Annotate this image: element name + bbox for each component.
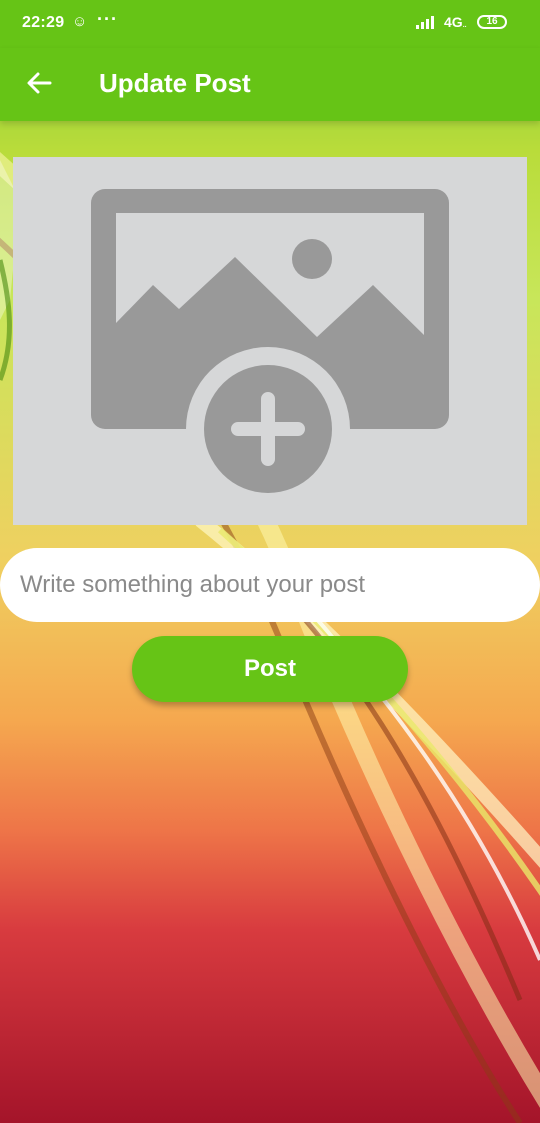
app-bar: Update Post <box>0 48 540 121</box>
status-more-dots: ··· <box>97 9 118 29</box>
signal-icon <box>416 16 434 29</box>
add-photo-icon <box>91 189 449 511</box>
status-time: 22:29 <box>22 14 65 31</box>
arrow-left-icon[interactable] <box>24 68 54 98</box>
page-title: Update Post <box>99 68 251 98</box>
image-picker[interactable] <box>13 157 527 525</box>
network-type: 4G.. <box>444 14 467 30</box>
status-bar: 22:29 ☺ ··· 4G.. 16 <box>0 0 540 48</box>
post-description-input[interactable] <box>0 548 540 622</box>
post-button[interactable]: Post <box>132 636 408 702</box>
battery-icon: 16 <box>477 15 507 29</box>
uc-browser-icon: ☺ <box>72 13 88 30</box>
